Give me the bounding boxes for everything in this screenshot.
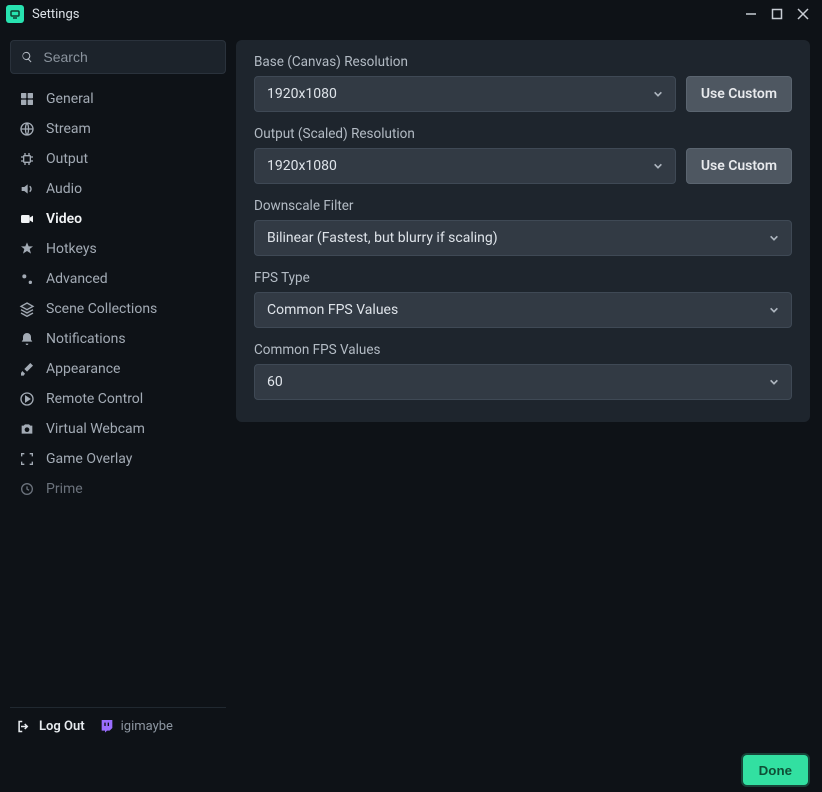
sidebar-item-hotkeys[interactable]: Hotkeys [10,234,226,264]
camera-icon [18,420,36,438]
nav-list: General Stream Output Audio Video Hotkey [10,84,226,707]
logout-button[interactable]: Log Out [16,719,85,734]
sidebar-item-label: Output [46,151,88,167]
window-title: Settings [32,7,79,22]
bell-icon [18,330,36,348]
sidebar-item-label: Stream [46,121,91,137]
sidebar-item-prime[interactable]: Prime [10,474,226,504]
output-resolution-label: Output (Scaled) Resolution [254,126,792,142]
footer-bar: Done [0,748,822,792]
sidebar-item-label: General [46,91,94,107]
sidebar-item-label: Virtual Webcam [46,421,145,437]
globe-icon [18,120,36,138]
sidebar-item-appearance[interactable]: Appearance [10,354,226,384]
chevron-down-icon [653,89,663,99]
sidebar-item-virtual-webcam[interactable]: Virtual Webcam [10,414,226,444]
sidebar-footer: Log Out igimaybe [10,707,226,748]
base-resolution-label: Base (Canvas) Resolution [254,54,792,70]
sidebar-item-notifications[interactable]: Notifications [10,324,226,354]
main-content: Base (Canvas) Resolution 1920x1080 Use C… [236,28,822,748]
grid-icon [18,90,36,108]
titlebar: Settings [0,0,822,28]
sidebar-item-label: Scene Collections [46,301,157,317]
star-icon [18,240,36,258]
common-fps-label: Common FPS Values [254,342,792,358]
common-fps-select[interactable]: 60 [254,364,792,400]
sidebar-item-label: Hotkeys [46,241,97,257]
sidebar-item-remote-control[interactable]: Remote Control [10,384,226,414]
sidebar-item-scene-collections[interactable]: Scene Collections [10,294,226,324]
minimize-button[interactable] [738,3,764,25]
sidebar-item-output[interactable]: Output [10,144,226,174]
video-settings-panel: Base (Canvas) Resolution 1920x1080 Use C… [236,40,810,422]
layers-icon [18,300,36,318]
search-input[interactable] [43,49,215,65]
chevron-down-icon [653,161,663,171]
downscale-filter-select[interactable]: Bilinear (Fastest, but blurry if scaling… [254,220,792,256]
remote-icon [18,390,36,408]
fps-type-label: FPS Type [254,270,792,286]
search-icon [21,50,33,64]
fps-type-value: Common FPS Values [267,302,398,318]
sidebar-item-label: Appearance [46,361,120,377]
video-icon [18,210,36,228]
chevron-down-icon [769,377,779,387]
sidebar-item-video[interactable]: Video [10,204,226,234]
output-resolution-value: 1920x1080 [267,158,337,174]
maximize-button[interactable] [764,3,790,25]
sidebar-item-general[interactable]: General [10,84,226,114]
search-input-wrapper[interactable] [10,40,226,74]
prime-icon [18,480,36,498]
gears-icon [18,270,36,288]
sidebar-item-label: Notifications [46,331,126,347]
sidebar-item-label: Video [46,211,82,227]
app-icon [6,5,24,23]
logout-icon [16,719,31,734]
sidebar-item-label: Game Overlay [46,451,132,467]
chevron-down-icon [769,305,779,315]
sidebar-item-label: Prime [46,481,83,497]
brush-icon [18,360,36,378]
twitch-icon [99,718,115,734]
sidebar: General Stream Output Audio Video Hotkey [0,28,236,748]
logout-label: Log Out [39,719,85,734]
base-resolution-select[interactable]: 1920x1080 [254,76,676,112]
sidebar-item-label: Remote Control [46,391,143,407]
speaker-icon [18,180,36,198]
expand-icon [18,450,36,468]
user-info[interactable]: igimaybe [99,718,173,734]
chip-icon [18,150,36,168]
sidebar-item-advanced[interactable]: Advanced [10,264,226,294]
sidebar-item-game-overlay[interactable]: Game Overlay [10,444,226,474]
common-fps-value: 60 [267,374,283,390]
sidebar-item-stream[interactable]: Stream [10,114,226,144]
base-resolution-use-custom-button[interactable]: Use Custom [686,76,792,112]
username: igimaybe [121,719,173,734]
base-resolution-value: 1920x1080 [267,86,337,102]
sidebar-item-label: Advanced [46,271,108,287]
chevron-down-icon [769,233,779,243]
output-resolution-use-custom-button[interactable]: Use Custom [686,148,792,184]
downscale-filter-value: Bilinear (Fastest, but blurry if scaling… [267,230,498,246]
done-button[interactable]: Done [743,755,808,785]
sidebar-item-label: Audio [46,181,82,197]
output-resolution-select[interactable]: 1920x1080 [254,148,676,184]
fps-type-select[interactable]: Common FPS Values [254,292,792,328]
downscale-filter-label: Downscale Filter [254,198,792,214]
close-button[interactable] [790,3,816,25]
sidebar-item-audio[interactable]: Audio [10,174,226,204]
